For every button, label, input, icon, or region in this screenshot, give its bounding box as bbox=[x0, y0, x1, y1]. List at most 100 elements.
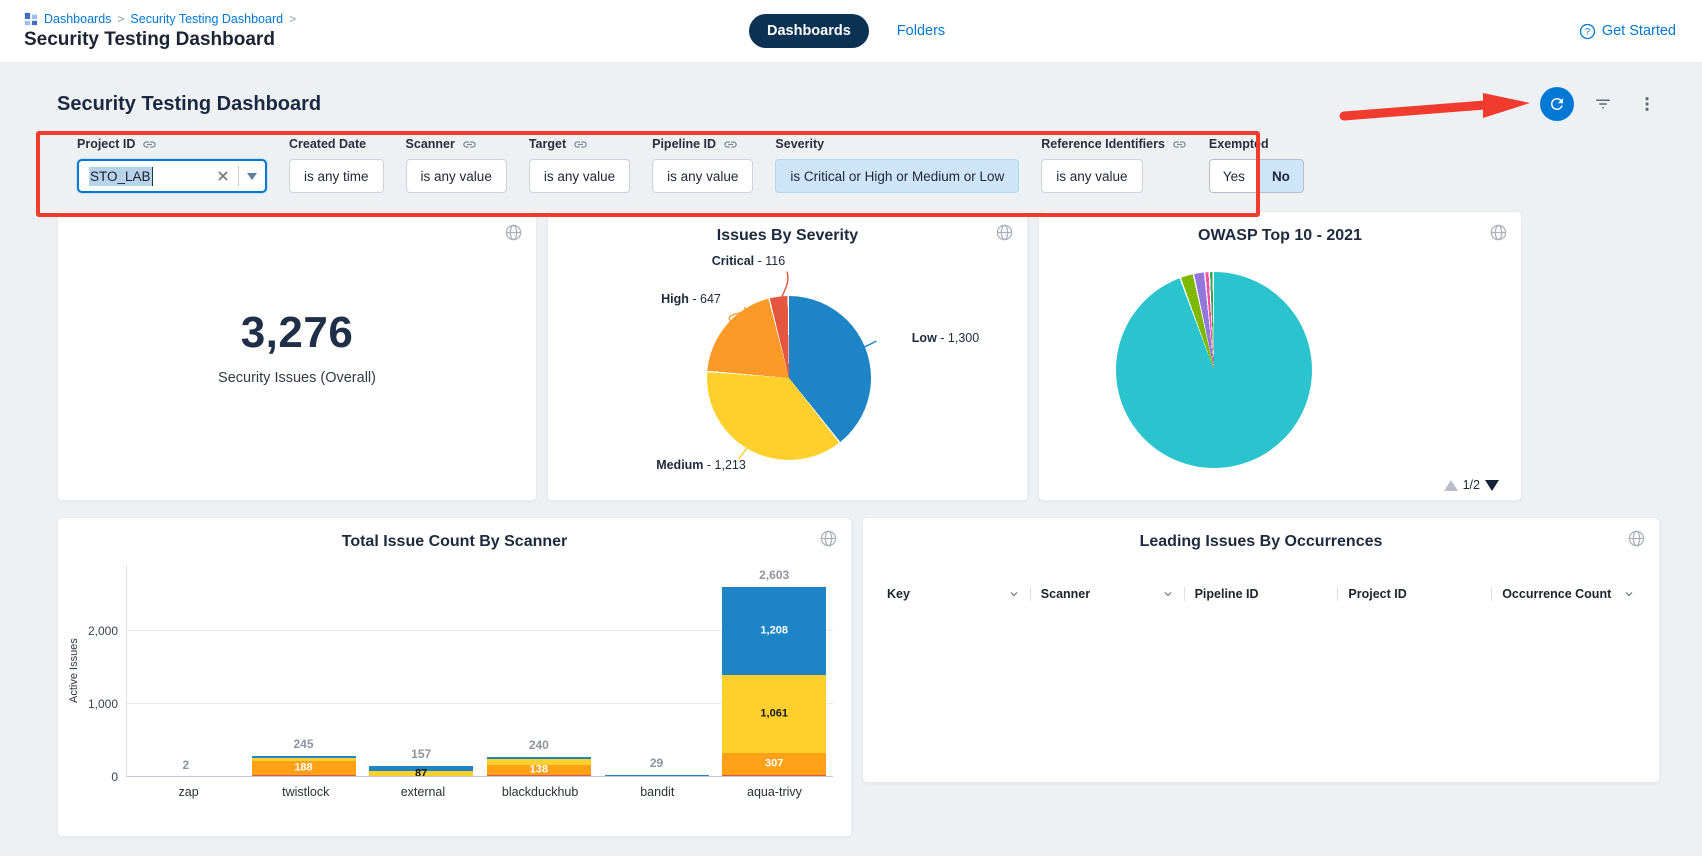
bar-category-label: external bbox=[364, 785, 481, 799]
globe-button[interactable] bbox=[817, 527, 840, 550]
exempted-yes-option[interactable]: Yes bbox=[1210, 160, 1258, 192]
bar-column-aqua-trivy[interactable]: 2,603 1,208 1,061 307 bbox=[715, 565, 833, 777]
globe-button[interactable] bbox=[502, 221, 525, 244]
filter-reference-identifiers-label-row: Reference Identifiers bbox=[1041, 136, 1187, 152]
bar-segment-value-label: 1,208 bbox=[722, 626, 826, 637]
bar-segment-high[interactable]: 188 bbox=[252, 761, 356, 775]
dashboard-actions bbox=[1540, 87, 1662, 121]
header-left: Dashboards > Security Testing Dashboard … bbox=[0, 12, 296, 51]
refresh-button[interactable] bbox=[1540, 87, 1574, 121]
sort-caret-icon bbox=[1008, 588, 1020, 600]
severity-pie-title: Issues By Severity bbox=[548, 227, 1027, 245]
column-header-project-id[interactable]: Project ID bbox=[1337, 587, 1491, 601]
breadcrumb-dashboards[interactable]: Dashboards bbox=[44, 12, 111, 26]
bar-segment-low[interactable]: 1,208 bbox=[722, 587, 826, 675]
y-tick: 2,000 bbox=[88, 624, 118, 638]
overall-count-value: 3,276 bbox=[241, 308, 354, 358]
card-leading-issues-by-occurrences: Leading Issues By Occurrences Key Scanner… bbox=[862, 517, 1660, 783]
clear-icon[interactable] bbox=[216, 169, 230, 183]
bar-category-label: aqua-trivy bbox=[716, 785, 833, 799]
bar-column-external[interactable]: 15787 bbox=[362, 565, 480, 777]
overall-count-label: Security Issues (Overall) bbox=[218, 370, 376, 386]
globe-button[interactable] bbox=[993, 221, 1016, 244]
column-header-label: Project ID bbox=[1348, 587, 1406, 601]
column-header-scanner[interactable]: Scanner bbox=[1030, 587, 1184, 601]
filter-exempted: Exempted Yes No bbox=[1209, 136, 1304, 193]
bar-column-blackduckhub[interactable]: 240138 bbox=[480, 565, 598, 777]
bar-segment-value-label: 138 bbox=[487, 764, 591, 775]
header-right: ? Get Started bbox=[1579, 23, 1702, 40]
bar-category-label: blackduckhub bbox=[482, 785, 599, 799]
dashboards-grid-icon bbox=[24, 12, 38, 26]
filter-scanner: Scanner is any value bbox=[406, 136, 507, 193]
bar-segment-value-label: 307 bbox=[722, 758, 826, 769]
get-started-label: Get Started bbox=[1602, 23, 1676, 39]
bar-total-label: 245 bbox=[245, 737, 363, 751]
pipeline-id-filter-button[interactable]: is any value bbox=[652, 159, 753, 193]
column-header-label: Pipeline ID bbox=[1195, 587, 1259, 601]
globe-button[interactable] bbox=[1487, 221, 1510, 244]
owasp-top10-pie[interactable] bbox=[1116, 272, 1312, 468]
filter-list-icon bbox=[1594, 94, 1612, 114]
bar-column-twistlock[interactable]: 245 188 bbox=[245, 565, 363, 777]
created-date-filter-button[interactable]: is any time bbox=[289, 159, 384, 193]
column-header-occurrence-count[interactable]: Occurrence Count bbox=[1491, 587, 1645, 601]
bar-segment-medium[interactable]: 1,061 bbox=[722, 675, 826, 752]
header-tabs: Dashboards Folders bbox=[749, 0, 945, 62]
column-header-pipeline-id[interactable]: Pipeline ID bbox=[1184, 587, 1338, 601]
svg-text:?: ? bbox=[1585, 26, 1590, 37]
page-up-icon[interactable] bbox=[1444, 480, 1458, 491]
target-filter-button[interactable]: is any value bbox=[529, 159, 630, 193]
pie-label-high: High - 647 bbox=[631, 292, 751, 306]
link-icon bbox=[462, 137, 477, 152]
occurrences-table-title: Leading Issues By Occurrences bbox=[863, 533, 1659, 551]
filter-project-id-label-row: Project ID bbox=[77, 136, 267, 152]
exempted-no-option[interactable]: No bbox=[1258, 160, 1303, 192]
project-id-value: STO_LAB bbox=[89, 167, 153, 186]
breadcrumb-security-testing-dashboard[interactable]: Security Testing Dashboard bbox=[130, 12, 283, 26]
filter-exempted-label-row: Exempted bbox=[1209, 136, 1304, 152]
pie-label-low: Low - 1,300 bbox=[878, 331, 1013, 345]
globe-button[interactable] bbox=[1625, 527, 1648, 550]
tile-row-1: 3,276 Security Issues (Overall) Issues B… bbox=[57, 211, 1662, 501]
filter-created-date-label: Created Date bbox=[289, 137, 366, 151]
bar-category-label: bandit bbox=[599, 785, 716, 799]
bar-segment-high[interactable]: 307 bbox=[722, 753, 826, 775]
project-id-combobox[interactable]: STO_LAB bbox=[77, 159, 267, 193]
top-header: Dashboards > Security Testing Dashboard … bbox=[0, 0, 1702, 63]
card-issues-by-severity: Issues By Severity Critical - 116 High -… bbox=[547, 211, 1028, 501]
bar-column-bandit[interactable]: 29 bbox=[598, 565, 716, 777]
filter-created-date-label-row: Created Date bbox=[289, 136, 384, 152]
tab-folders[interactable]: Folders bbox=[897, 23, 945, 39]
filter-pipeline-id-label: Pipeline ID bbox=[652, 137, 716, 151]
chevron-down-icon[interactable] bbox=[247, 173, 257, 180]
exempted-toggle: Yes No bbox=[1209, 159, 1304, 193]
occurrences-table-header: Key Scanner Pipeline ID Project ID Occurrenc… bbox=[877, 577, 1645, 611]
column-header-label: Key bbox=[887, 587, 910, 601]
filter-list-button[interactable] bbox=[1588, 89, 1618, 119]
bar-column-zap[interactable]: 2 bbox=[127, 565, 245, 777]
bar-total-label: 157 bbox=[362, 747, 480, 761]
column-header-key[interactable]: Key bbox=[877, 587, 1030, 601]
bar-segment-high[interactable]: 138 bbox=[487, 765, 591, 775]
scanner-filter-button[interactable]: is any value bbox=[406, 159, 507, 193]
filter-target-label-row: Target bbox=[529, 136, 630, 152]
bar-total-label: 2,603 bbox=[715, 568, 833, 582]
bar-segment-value-label: 1,061 bbox=[722, 708, 826, 719]
link-icon bbox=[142, 137, 157, 152]
issues-by-severity-pie[interactable] bbox=[707, 296, 871, 460]
reference-identifiers-filter-button[interactable]: is any value bbox=[1041, 159, 1142, 193]
filter-target: Target is any value bbox=[529, 136, 630, 193]
globe-icon bbox=[819, 529, 838, 548]
more-options-button[interactable] bbox=[1632, 89, 1662, 119]
filter-severity-label-row: Severity bbox=[775, 136, 1019, 152]
bar-category-label: twistlock bbox=[247, 785, 364, 799]
tab-dashboards[interactable]: Dashboards bbox=[749, 14, 869, 48]
bar-total-label: 29 bbox=[598, 756, 716, 770]
severity-filter-button[interactable]: is Critical or High or Medium or Low bbox=[775, 159, 1019, 193]
divider bbox=[238, 166, 239, 186]
page-indicator: 1/2 bbox=[1463, 478, 1480, 492]
page-down-icon[interactable] bbox=[1485, 480, 1499, 491]
filter-target-label: Target bbox=[529, 137, 566, 151]
get-started-link[interactable]: ? Get Started bbox=[1579, 23, 1676, 40]
